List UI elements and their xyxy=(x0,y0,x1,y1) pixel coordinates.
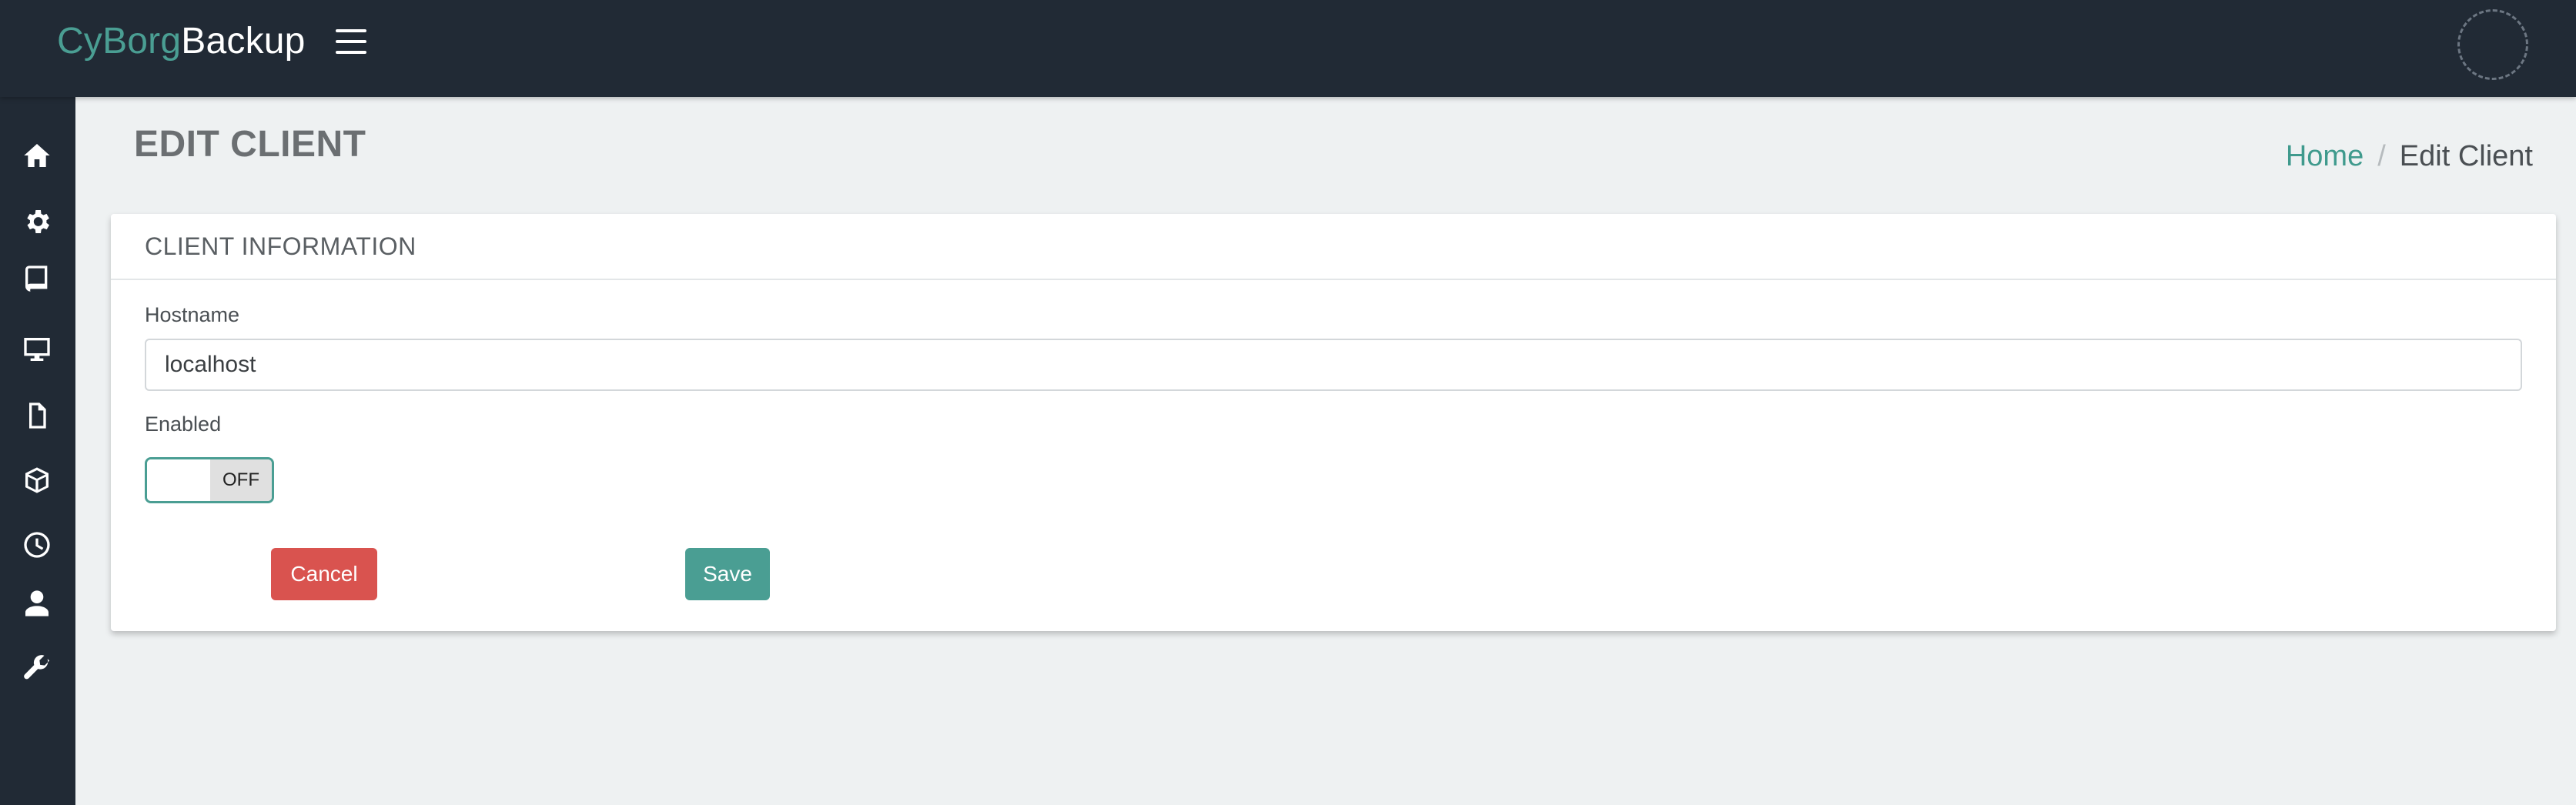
hostname-input[interactable] xyxy=(145,339,2522,391)
clock-icon[interactable] xyxy=(18,526,55,563)
brand-name-part2: Backup xyxy=(181,21,306,62)
hostname-label: Hostname xyxy=(145,303,240,326)
gear-icon[interactable] xyxy=(18,203,55,240)
enabled-label: Enabled xyxy=(145,413,222,436)
breadcrumb-current: Edit Client xyxy=(2399,140,2533,172)
file-icon[interactable] xyxy=(18,397,55,434)
breadcrumb-home-link[interactable]: Home xyxy=(2286,140,2364,173)
home-icon[interactable] xyxy=(18,137,55,174)
wrench-icon[interactable] xyxy=(18,650,55,686)
hamburger-icon[interactable] xyxy=(336,29,366,54)
desktop-icon[interactable] xyxy=(18,331,55,368)
cancel-button[interactable]: Cancel xyxy=(271,548,377,600)
client-information-card: CLIENT INFORMATION Hostname Enabled OFF … xyxy=(111,214,2556,631)
toggle-knob xyxy=(147,459,210,501)
breadcrumb-separator: / xyxy=(2377,140,2386,172)
brand-logo[interactable]: CyBorgBackup xyxy=(57,17,306,66)
breadcrumb: Home / Edit Client xyxy=(2286,140,2533,173)
sidebar xyxy=(0,97,75,805)
toggle-state-label: OFF xyxy=(210,459,272,501)
enabled-toggle[interactable]: OFF xyxy=(145,457,274,503)
brand-name-part1: CyBorg xyxy=(57,21,182,62)
top-bar: CyBorgBackup xyxy=(0,0,2576,97)
card-title: CLIENT INFORMATION xyxy=(111,214,2556,280)
page-title: EDIT CLIENT xyxy=(134,124,366,165)
book-icon[interactable] xyxy=(18,260,55,297)
cube-icon[interactable] xyxy=(18,462,55,499)
save-button[interactable]: Save xyxy=(685,548,770,600)
user-icon[interactable] xyxy=(18,585,55,622)
avatar[interactable] xyxy=(2457,9,2528,80)
